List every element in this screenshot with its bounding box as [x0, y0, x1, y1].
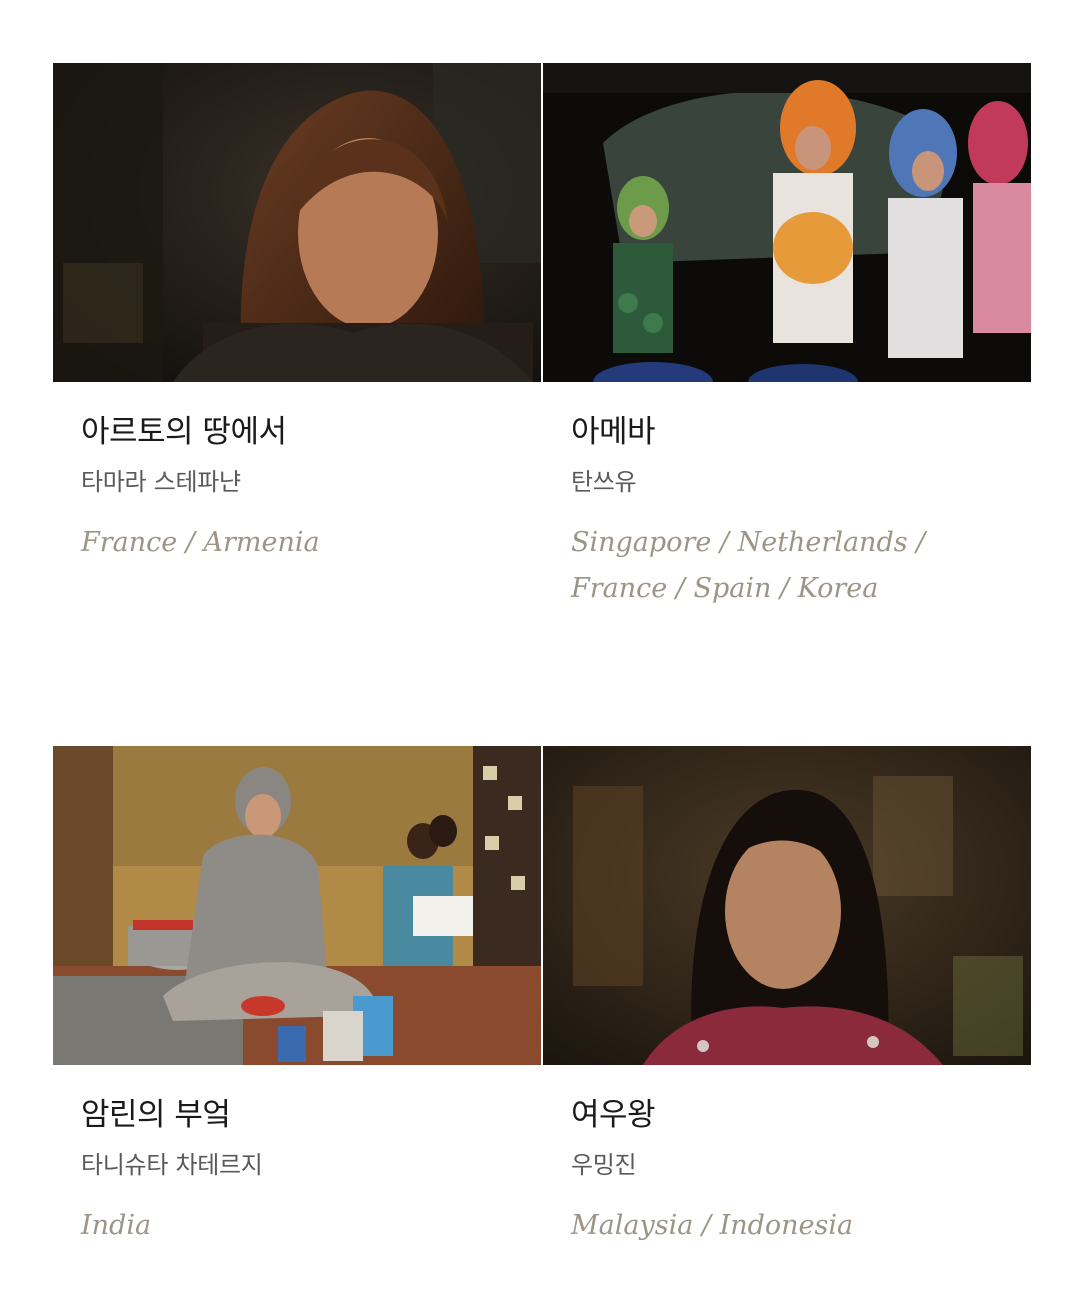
film-still-kitchen-scene-icon	[53, 746, 541, 1065]
film-still-costumed-students-icon	[543, 63, 1031, 382]
film-still-woman-closeup-icon	[543, 746, 1031, 1065]
film-meta: 아메바 탄쓰유 Singapore / Netherlands / France…	[543, 382, 1031, 612]
film-title[interactable]: 아메바	[571, 412, 1031, 452]
film-director: 타니슈타 차테르지	[81, 1151, 263, 1179]
film-title[interactable]: 암린의 부엌	[81, 1095, 541, 1135]
film-card[interactable]: 여우왕 우밍진 Malaysia / Indonesia	[543, 746, 1031, 1249]
film-card[interactable]: 암린의 부엌 타니슈타 차테르지 India	[53, 746, 541, 1249]
film-title[interactable]: 아르토의 땅에서	[81, 412, 541, 452]
film-card[interactable]: 아르토의 땅에서 타마라 스테파냔 France / Armenia	[53, 63, 541, 678]
film-country: Singapore / Netherlands / France / Spain…	[571, 527, 926, 604]
film-card[interactable]: 아메바 탄쓰유 Singapore / Netherlands / France…	[543, 63, 1031, 678]
film-meta: 암린의 부엌 타니슈타 차테르지 India	[53, 1065, 541, 1249]
film-director: 타마라 스테파냔	[81, 468, 241, 496]
film-meta: 아르토의 땅에서 타마라 스테파냔 France / Armenia	[53, 382, 541, 566]
film-still-image[interactable]	[53, 63, 541, 382]
film-director: 우밍진	[571, 1151, 637, 1179]
film-director: 탄쓰유	[571, 468, 637, 496]
film-grid: 아르토의 땅에서 타마라 스테파냔 France / Armenia 아메바 탄…	[53, 63, 1031, 1249]
film-row: 암린의 부엌 타니슈타 차테르지 India 여우왕 우밍진 Malaysia …	[53, 746, 1031, 1249]
film-still-image[interactable]	[53, 746, 541, 1065]
film-still-image[interactable]	[543, 746, 1031, 1065]
film-country: India	[81, 1210, 152, 1241]
film-still-woman-portrait-icon	[53, 63, 541, 382]
film-country: Malaysia / Indonesia	[571, 1210, 854, 1241]
film-row: 아르토의 땅에서 타마라 스테파냔 France / Armenia 아메바 탄…	[53, 63, 1031, 678]
film-meta: 여우왕 우밍진 Malaysia / Indonesia	[543, 1065, 1031, 1249]
film-country: France / Armenia	[81, 527, 320, 558]
film-title[interactable]: 여우왕	[571, 1095, 1031, 1135]
film-still-image[interactable]	[543, 63, 1031, 382]
